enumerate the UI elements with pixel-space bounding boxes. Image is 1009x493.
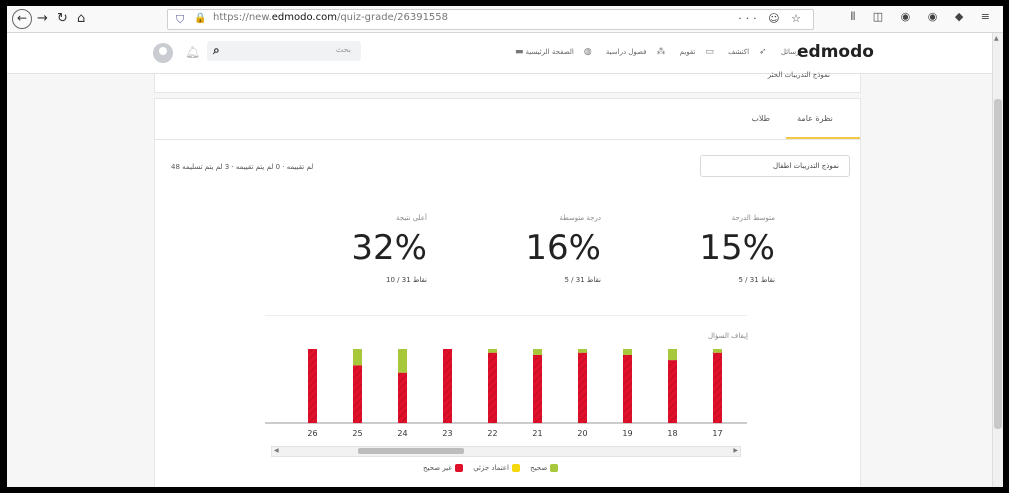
tab-overview[interactable]: نظرة عامة xyxy=(780,114,850,123)
bar-correct-q20[interactable] xyxy=(578,349,587,353)
chart-scroll-thumb[interactable] xyxy=(358,448,464,454)
scroll-right-icon[interactable]: ▶ xyxy=(733,447,738,454)
bar-incorrect-q26[interactable] xyxy=(308,349,317,423)
notification-bell-icon[interactable]: 🔔︎ xyxy=(185,45,200,59)
search-placeholder: بحث xyxy=(335,45,351,54)
quiz-results-card: نظرة عامة طلاب 48 لم تقييمه · 0 لم يتم ت… xyxy=(154,98,861,487)
metric-highest-label: أعلى نتيجة xyxy=(396,214,427,222)
legend-correct-swatch xyxy=(550,464,559,472)
home-nav-icon: ◍ xyxy=(583,47,592,57)
legend-partial-swatch xyxy=(511,464,520,472)
legend-incorrect-swatch xyxy=(454,464,463,472)
search-input[interactable]: ⌕ بحث xyxy=(207,41,361,61)
submission-stats: 48 لم تقييمه · 0 لم يتم تقييمه · 3 لم يت… xyxy=(171,163,314,171)
section-divider xyxy=(265,315,747,316)
metric-median: درجة متوسطة 16% 5 / 31 نقاط xyxy=(461,214,601,284)
metric-highest-points: 10 / 31 نقاط xyxy=(386,276,427,284)
bar-correct-q24[interactable] xyxy=(398,349,407,373)
metric-average-points: 5 / 31 نقاط xyxy=(738,276,775,284)
question-results-chart: 2625242322212019181716 xyxy=(265,349,747,438)
metric-average-value: 15% xyxy=(699,228,775,268)
bar-incorrect-q24[interactable] xyxy=(398,372,407,423)
search-icon: ⌕ xyxy=(213,43,220,57)
bar-incorrect-q22[interactable] xyxy=(488,352,497,423)
quiz-select[interactable]: نموذج التدريبات اطفال xyxy=(700,155,850,177)
legend-correct: صحيح xyxy=(530,464,559,472)
metric-highest-value: 32% xyxy=(351,228,427,268)
forward-button[interactable]: → xyxy=(37,10,48,28)
bar-incorrect-q21[interactable] xyxy=(533,354,542,423)
active-tab-indicator xyxy=(786,137,860,139)
bar-incorrect-q18[interactable] xyxy=(668,360,677,423)
tick-label-q26: 26 xyxy=(307,429,317,438)
bar-correct-q25[interactable] xyxy=(353,349,362,366)
page-actions-icons[interactable]: ··· ☺ ☆ xyxy=(738,12,805,25)
nav-classes[interactable]: ⁂فصول دراسية xyxy=(606,47,668,57)
tick-label-q20: 20 xyxy=(577,429,587,438)
tick-label-q23: 23 xyxy=(442,429,452,438)
tick-label-q25: 25 xyxy=(352,429,362,438)
metric-highest: أعلى نتيجة 32% 10 / 31 نقاط xyxy=(287,214,427,284)
legend-partial: اعتماد جزئي xyxy=(473,464,520,472)
results-tabs: نظرة عامة طلاب xyxy=(155,99,860,140)
tick-label-q18: 18 xyxy=(667,429,677,438)
browser-toolbar: ← → ↻ ⌂ ⛉ 🔒 https://new.edmodo.com/quiz-… xyxy=(7,6,1003,33)
back-button[interactable]: ← xyxy=(12,9,32,29)
scroll-left-icon[interactable]: ◀ xyxy=(274,447,279,454)
rocket-icon: ➶ xyxy=(759,47,767,57)
metric-average-label: متوسط الدرجة xyxy=(731,214,775,222)
page-scroll-thumb[interactable] xyxy=(994,99,1002,429)
shield-icon[interactable]: ⛉ xyxy=(176,13,184,27)
metric-median-points: 5 / 31 نقاط xyxy=(564,276,601,284)
brand-logo[interactable]: edmodo xyxy=(797,42,874,62)
tab-students[interactable]: طلاب xyxy=(751,114,770,123)
url-bar[interactable]: ⛉ 🔒 https://new.edmodo.com/quiz-grade/26… xyxy=(167,9,814,30)
nav-home[interactable]: ◍الصفحة الرئيسية xyxy=(526,47,594,57)
page-vertical-scrollbar[interactable]: ▲ xyxy=(992,33,1003,487)
bar-correct-q22[interactable] xyxy=(488,349,497,353)
classes-icon: ⁂ xyxy=(656,47,666,57)
bar-incorrect-q17[interactable] xyxy=(713,352,722,423)
tick-label-q19: 19 xyxy=(622,429,632,438)
previous-card: نموذج التدريبات الحثر xyxy=(154,71,861,93)
avatar[interactable] xyxy=(153,43,173,63)
bar-correct-q17[interactable] xyxy=(713,349,722,353)
calendar-icon: ▭ xyxy=(705,47,714,57)
metric-median-value: 16% xyxy=(525,228,601,268)
nav-calendar[interactable]: ▭تقويم xyxy=(680,47,716,57)
browser-window: ← → ↻ ⌂ ⛉ 🔒 https://new.edmodo.com/quiz-… xyxy=(7,6,1003,487)
bar-incorrect-q19[interactable] xyxy=(623,354,632,423)
scroll-up-icon[interactable]: ▲ xyxy=(994,35,999,42)
bar-correct-q19[interactable] xyxy=(623,349,632,355)
bar-incorrect-q25[interactable] xyxy=(353,365,362,423)
chart-horizontal-scrollbar[interactable]: ◀ ▶ xyxy=(271,446,741,457)
nav-discover[interactable]: ➶اكتشف xyxy=(728,47,768,57)
bar-incorrect-q20[interactable] xyxy=(578,352,587,423)
lock-icon[interactable]: 🔒 xyxy=(194,13,206,24)
legend-incorrect: غير صحيح xyxy=(423,464,463,472)
bar-correct-q18[interactable] xyxy=(668,349,677,361)
chat-icon: ▬ xyxy=(515,47,524,57)
bar-incorrect-q23[interactable] xyxy=(443,349,452,423)
toolbar-extension-icons[interactable]: ⫴ ◫ ◉ ◉ ◆ ≡ xyxy=(851,10,997,24)
main-nav: ▬ رسائل ➶اكتشف ▭تقويم ⁂فصول دراسية ◍الصفح… xyxy=(515,47,819,57)
chart-legend: غير صحيح اعتماد جزئي صحيح xyxy=(423,464,566,478)
metric-average: متوسط الدرجة 15% 5 / 31 نقاط xyxy=(635,214,775,284)
home-icon[interactable]: ⌂ xyxy=(77,10,85,28)
site-header: 🔔︎ ⌕ بحث ▬ رسائل ➶اكتشف ▭تقويم ⁂فصول دراس… xyxy=(7,33,992,74)
previous-card-text: نموذج التدريبات الحثر xyxy=(767,71,830,79)
tick-label-q17: 17 xyxy=(712,429,722,438)
url-text[interactable]: https://new.edmodo.com/quiz-grade/263915… xyxy=(213,12,448,23)
tick-label-q24: 24 xyxy=(397,429,407,438)
quiz-select-value: نموذج التدريبات اطفال xyxy=(772,162,839,170)
bar-correct-q21[interactable] xyxy=(533,349,542,355)
reload-icon[interactable]: ↻ xyxy=(57,10,68,28)
tick-label-q21: 21 xyxy=(532,429,542,438)
metric-median-label: درجة متوسطة xyxy=(559,214,601,222)
tick-label-q22: 22 xyxy=(487,429,497,438)
